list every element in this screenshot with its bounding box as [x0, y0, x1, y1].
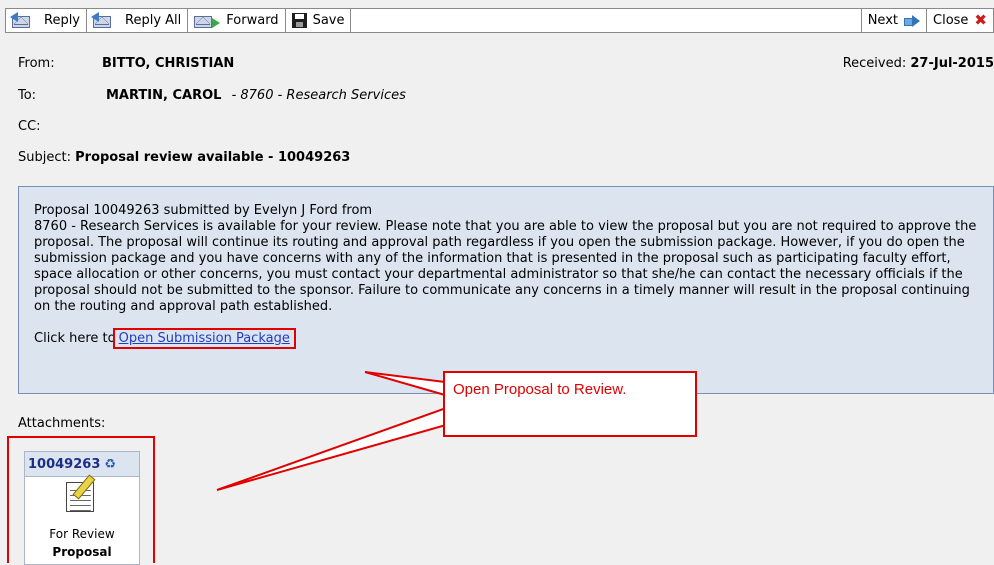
received-row: Received: 27-Jul-2015 — [843, 56, 994, 71]
to-name: MARTIN, CAROL — [106, 88, 222, 103]
save-button[interactable]: Save — [286, 9, 352, 32]
attachments-label: Attachments: — [18, 416, 106, 431]
callout-pointer-attachment — [216, 406, 447, 491]
next-label: Next — [867, 13, 898, 28]
subject-row: Subject: Proposal review available - 100… — [18, 150, 350, 165]
reply-label: Reply — [44, 13, 81, 28]
subject-value: Proposal review available - 10049263 — [75, 150, 351, 165]
save-icon — [291, 13, 307, 28]
cc-label: CC: — [18, 119, 41, 134]
refresh-icon[interactable]: ♻ — [104, 457, 116, 472]
forward-label: Forward — [226, 13, 279, 28]
from-value: BITTO, CHRISTIAN — [102, 56, 235, 71]
open-submission-package-link[interactable]: Open Submission Package — [119, 331, 290, 346]
message-body: Proposal 10049263 submitted by Evelyn J … — [18, 186, 994, 394]
attachment-type: Proposal — [52, 545, 112, 559]
close-label: Close — [933, 13, 969, 28]
received-value: 27-Jul-2015 — [910, 56, 994, 71]
attachment-id: 10049263 — [28, 456, 101, 472]
reply-all-button[interactable]: Reply All — [87, 9, 189, 32]
message-first-line: Proposal 10049263 submitted by Evelyn J … — [34, 203, 373, 218]
attachment-card-header: 10049263 ♻ — [25, 452, 139, 477]
open-package-line: Click here to Open Submission Package — [34, 328, 979, 349]
to-label: To: — [18, 88, 37, 103]
received-label: Received: — [842, 56, 907, 71]
reply-all-icon — [91, 11, 119, 29]
annotation-callout: Open Proposal to Review. — [443, 371, 697, 437]
from-label: From: — [18, 56, 55, 71]
attachment-highlight: 10049263 ♻ For Review Proposal — [7, 436, 155, 565]
close-button[interactable]: Close ✖ — [926, 9, 993, 32]
next-button[interactable]: Next — [860, 9, 926, 32]
cc-row: CC: — [18, 119, 41, 134]
to-department: - 8760 - Research Services — [231, 88, 406, 103]
attachment-caption: For Review — [49, 527, 115, 541]
next-arrow-icon — [904, 14, 920, 27]
click-here-label: Click here to — [34, 331, 116, 346]
reply-all-label: Reply All — [125, 13, 182, 28]
close-icon: ✖ — [974, 11, 987, 29]
reply-icon — [10, 11, 38, 29]
link-highlight: Open Submission Package — [112, 328, 296, 349]
from-row: From: BITTO, CHRISTIAN — [18, 56, 234, 71]
reply-button[interactable]: Reply — [6, 9, 88, 32]
forward-icon — [194, 13, 221, 29]
attachment-card[interactable]: 10049263 ♻ For Review Proposal — [24, 451, 140, 565]
annotation-callout-text: Open Proposal to Review. — [453, 381, 627, 398]
to-row: To: MARTIN, CAROL - 8760 - Research Servi… — [18, 88, 406, 103]
save-label: Save — [312, 13, 345, 28]
message-toolbar: Reply Reply All Forward Save Next Close … — [5, 8, 994, 33]
forward-button[interactable]: Forward — [188, 9, 286, 32]
subject-label: Subject: — [18, 150, 71, 165]
message-text: 8760 - Research Services is available fo… — [34, 219, 977, 314]
